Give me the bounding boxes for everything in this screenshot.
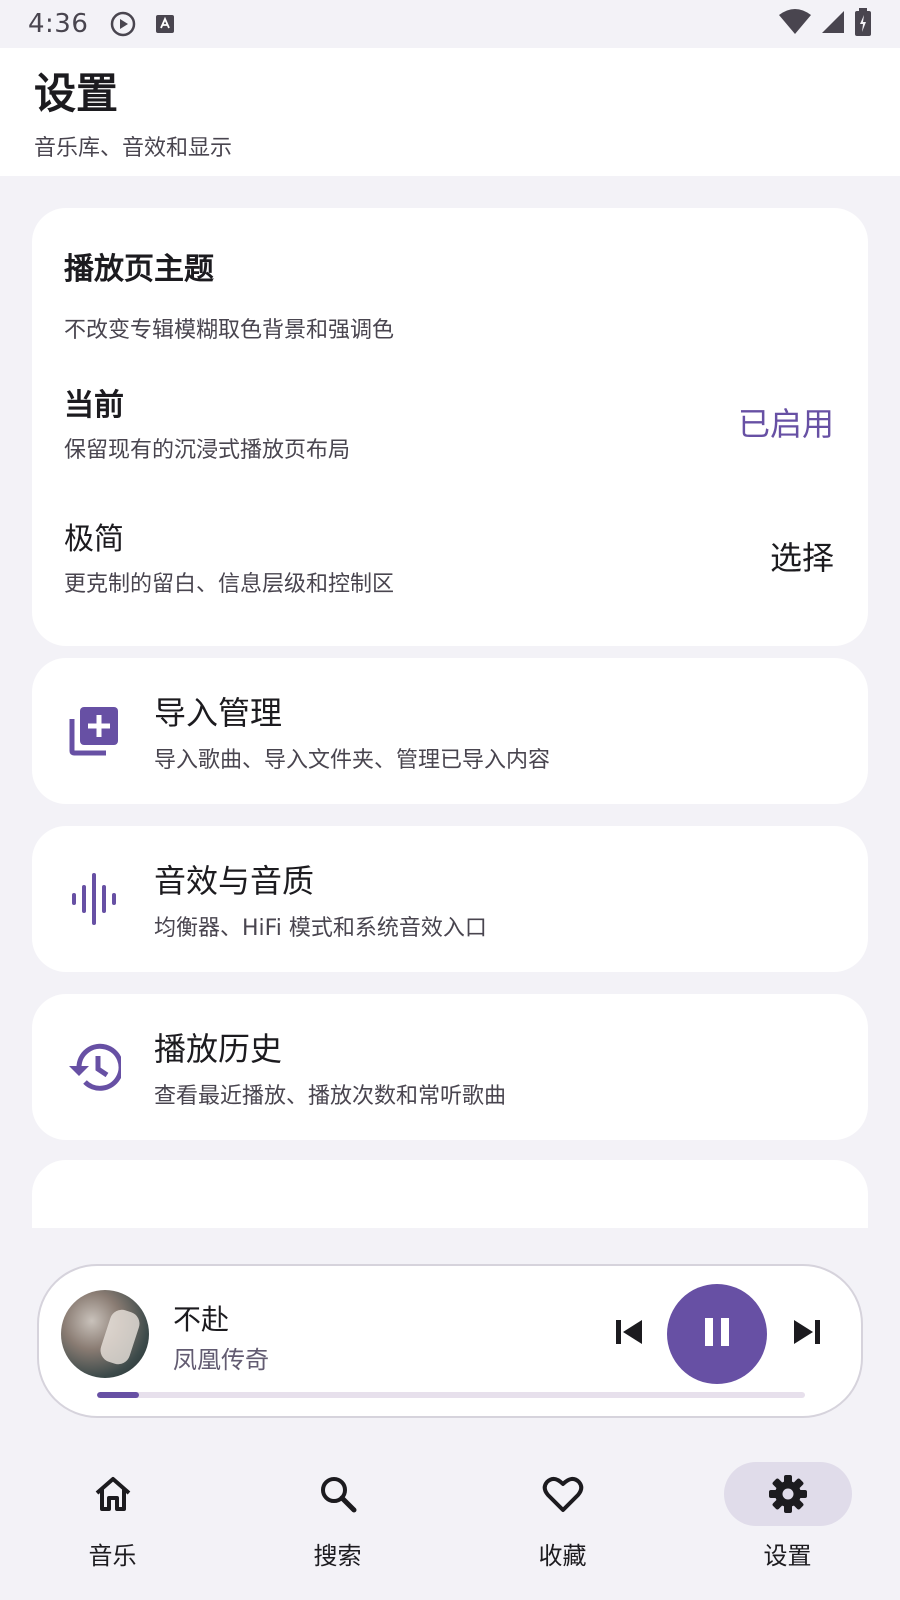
page-subtitle: 音乐库、音效和显示 (34, 136, 233, 161)
nav-music[interactable]: 音乐 (0, 1440, 225, 1600)
item-description: 导入歌曲、导入文件夹、管理已导入内容 (154, 748, 551, 773)
theme-card-description: 不改变专辑模糊取色背景和强调色 (64, 318, 395, 343)
nav-search[interactable]: 搜索 (225, 1440, 450, 1600)
pause-button[interactable] (667, 1284, 767, 1384)
theme-enabled-label: 已启用 (737, 405, 834, 443)
theme-option-minimal[interactable]: 极简 更克制的留白、信息层级和控制区 选择 (64, 514, 834, 598)
album-cover[interactable] (61, 1290, 149, 1378)
nav-settings[interactable]: 设置 (675, 1440, 900, 1600)
status-bar: 4:36 (0, 0, 900, 48)
theme-card-title: 播放页主题 (64, 252, 214, 287)
play-notification-icon (110, 11, 136, 37)
playback-progress[interactable] (97, 1392, 805, 1398)
theme-select-button[interactable]: 选择 (770, 533, 834, 579)
theme-option-description: 保留现有的沉浸式播放页布局 (64, 438, 351, 463)
keyboard-notification-icon (154, 13, 176, 35)
theme-option-current[interactable]: 当前 保留现有的沉浸式播放页布局 已启用 (64, 380, 834, 464)
nav-label: 音乐 (88, 1542, 137, 1570)
graphic-eq-icon (66, 871, 122, 927)
next-button[interactable] (785, 1312, 829, 1356)
item-title: 播放历史 (154, 1030, 283, 1068)
status-time: 4:36 (28, 9, 89, 39)
nav-label: 收藏 (538, 1542, 587, 1570)
pause-icon (701, 1314, 733, 1354)
audio-effects-item[interactable]: 音效与音质 均衡器、HiFi 模式和系统音效入口 (32, 826, 868, 972)
previous-button[interactable] (607, 1312, 651, 1356)
heart-icon (499, 1462, 627, 1526)
nav-favorites[interactable]: 收藏 (450, 1440, 675, 1600)
player-theme-card: 播放页主题 不改变专辑模糊取色背景和强调色 当前 保留现有的沉浸式播放页布局 已… (32, 208, 868, 646)
item-description: 均衡器、HiFi 模式和系统音效入口 (154, 916, 487, 941)
play-history-item[interactable]: 播放历史 查看最近播放、播放次数和常听歌曲 (32, 994, 868, 1140)
theme-option-name: 当前 (64, 388, 124, 423)
item-description: 查看最近播放、播放次数和常听歌曲 (154, 1084, 507, 1109)
mini-player[interactable]: 不赴 凤凰传奇 (37, 1264, 863, 1418)
playback-progress-fill (97, 1392, 140, 1398)
nav-label: 设置 (763, 1542, 812, 1570)
nav-label: 搜索 (313, 1542, 362, 1570)
history-icon (66, 1039, 122, 1095)
item-title: 导入管理 (154, 694, 283, 732)
song-title: 不赴 (173, 1303, 230, 1336)
signal-icon (820, 9, 846, 39)
battery-icon (854, 8, 872, 40)
library-add-icon (66, 703, 122, 759)
skip-next-icon (792, 1317, 822, 1351)
theme-option-description: 更克制的留白、信息层级和控制区 (64, 572, 395, 597)
gear-icon (723, 1462, 852, 1526)
theme-option-name: 极简 (64, 522, 124, 557)
import-management-item[interactable]: 导入管理 导入歌曲、导入文件夹、管理已导入内容 (32, 658, 868, 804)
bottom-navigation: 音乐 搜索 收藏 设置 (0, 1440, 900, 1600)
item-title: 音效与音质 (154, 862, 315, 900)
page-title: 设置 (34, 69, 119, 118)
page-header: 设置 音乐库、音效和显示 (0, 48, 900, 176)
song-artist: 凤凰传奇 (173, 1346, 269, 1374)
home-icon (49, 1462, 177, 1526)
skip-previous-icon (614, 1317, 644, 1351)
settings-list[interactable]: 播放页主题 不改变专辑模糊取色背景和强调色 当前 保留现有的沉浸式播放页布局 已… (0, 176, 900, 1228)
search-icon (274, 1462, 402, 1526)
next-settings-item-partial[interactable] (32, 1160, 868, 1228)
wifi-icon (778, 9, 812, 39)
